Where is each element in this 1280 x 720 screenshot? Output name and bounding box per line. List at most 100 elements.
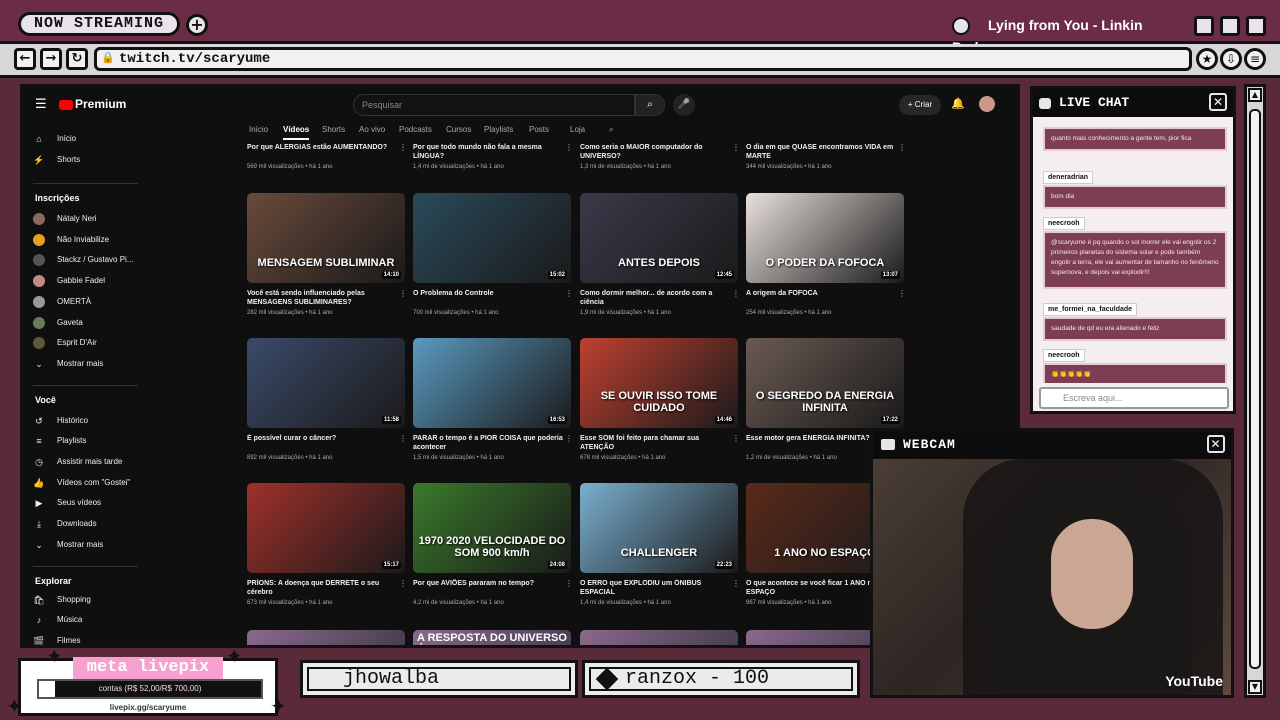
video-title[interactable]: PARAR o tempo é a PIOR COISA que poderia…: [413, 434, 571, 452]
video-card[interactable]: 16:53 PARAR o tempo é a PIOR COISA que po…: [413, 338, 573, 461]
video-thumbnail[interactable]: [247, 630, 405, 645]
video-title[interactable]: Como seria o MAIOR computador do UNIVERS…: [580, 143, 738, 161]
sidebar-item-you[interactable]: ◷ Assistir mais tarde: [33, 456, 122, 468]
sidebar-subscription[interactable]: OMERTÀ: [33, 295, 91, 308]
notifications-bell-icon[interactable]: 🔔: [951, 97, 965, 110]
back-arrow-icon[interactable]: ←: [14, 48, 36, 70]
sidebar-item-you[interactable]: ⤓ Downloads: [33, 518, 97, 530]
tab-4[interactable]: Podcasts: [399, 125, 432, 134]
video-card[interactable]: ANTES DEPOIS 12:45 Como dormir melhor... d…: [580, 193, 740, 316]
more-options-icon[interactable]: ⋮: [732, 579, 740, 588]
more-options-icon[interactable]: ⋮: [898, 289, 906, 298]
video-title[interactable]: Por que AVIÕES pararam no tempo?: [413, 579, 571, 597]
search-input[interactable]: Pesquisar: [353, 94, 635, 116]
video-thumbnail[interactable]: 1970 2020 VELOCIDADE DO SOM 900 km/h 24:0…: [413, 483, 571, 573]
more-options-icon[interactable]: ⋮: [399, 579, 407, 588]
create-button[interactable]: + Criar: [899, 95, 941, 115]
sidebar-subscription[interactable]: Stackz / Gustavo Pi...: [33, 254, 133, 267]
sidebar-item-explore[interactable]: 🛍 Shopping: [33, 594, 91, 606]
tab-3[interactable]: Ao vivo: [359, 125, 385, 134]
video-card[interactable]: 1970 2020 VELOCIDADE DO SOM 900 km/h 24:0…: [413, 483, 573, 606]
avatar[interactable]: [979, 96, 995, 112]
video-title[interactable]: PRÍONS: A doença que DERRETE o seu céreb…: [247, 579, 405, 597]
sidebar-item-you[interactable]: 👍 Vídeos com "Gostei": [33, 477, 130, 489]
tab-2[interactable]: Shorts: [322, 125, 345, 134]
sidebar-subscription[interactable]: Gaveta: [33, 316, 83, 329]
sidebar-subscription[interactable]: Não Inviabilize: [33, 233, 109, 246]
more-options-icon[interactable]: ⋮: [565, 289, 573, 298]
sidebar-item-1[interactable]: ⚡ Shorts: [33, 154, 80, 166]
scrollbar-thumb[interactable]: [1249, 109, 1261, 669]
video-thumbnail[interactable]: ANTES DEPOIS 12:45: [580, 193, 738, 283]
tab-5[interactable]: Cursos: [446, 125, 471, 134]
video-title[interactable]: Você está sendo influenciado pelas MENSA…: [247, 289, 405, 307]
close-icon[interactable]: ✕: [1209, 93, 1227, 111]
video-thumbnail[interactable]: 15:17: [247, 483, 405, 573]
video-thumbnail[interactable]: 16:53: [413, 338, 571, 428]
maximize-button[interactable]: [1220, 16, 1240, 36]
sidebar-item-explore[interactable]: ♪ Música: [33, 614, 83, 626]
url-input[interactable]: 🔒 twitch.tv/scaryume: [94, 47, 1192, 71]
video-thumbnail[interactable]: [580, 630, 738, 645]
microphone-icon[interactable]: 🎤: [673, 94, 695, 116]
close-icon[interactable]: ✕: [1207, 435, 1225, 453]
video-title[interactable]: O ERRO que EXPLODIU um ÔNIBUS ESPACIAL: [580, 579, 738, 597]
video-card[interactable]: 11:58 É possível curar o câncer? 892 mil v…: [247, 338, 407, 461]
more-options-icon[interactable]: ⋮: [732, 289, 740, 298]
tab-6[interactable]: Playlists: [484, 125, 513, 134]
download-icon[interactable]: ⇩: [1220, 48, 1242, 70]
more-options-icon[interactable]: ⋮: [399, 289, 407, 298]
more-options-icon[interactable]: ⋮: [732, 434, 740, 443]
tab-7[interactable]: Posts: [529, 125, 549, 134]
video-thumbnail[interactable]: O PODER DA FOFOCA 13:07: [746, 193, 904, 283]
video-card[interactable]: 15:02 O Problema do Controle 700 mil visua…: [413, 193, 573, 316]
scroll-down-icon[interactable]: ▼: [1248, 680, 1262, 694]
sidebar-subscription[interactable]: Gabbie Fadel: [33, 275, 105, 288]
video-card[interactable]: CHALLENGER 22:23 O ERRO que EXPLODIU um ÔN…: [580, 483, 740, 606]
page-scrollbar[interactable]: ▲ ▼: [1244, 84, 1266, 698]
sidebar-item-you[interactable]: ≡ Playlists: [33, 435, 86, 447]
more-options-icon[interactable]: ⋮: [565, 143, 573, 152]
subscriptions-header[interactable]: Inscrições: [35, 193, 80, 203]
video-title[interactable]: O Problema do Controle: [413, 289, 571, 307]
more-options-icon[interactable]: ⋮: [565, 434, 573, 443]
video-card[interactable]: Por que ALERGIAS estão AUMENTANDO? 569 mi…: [247, 143, 407, 170]
tab-0[interactable]: Início: [249, 125, 268, 134]
video-title[interactable]: Esse SOM foi feito para chamar sua ATENÇ…: [580, 434, 738, 452]
video-card[interactable]: Por que todo mundo não fala a mesma LÍNG…: [413, 143, 573, 170]
reload-icon[interactable]: ↻: [66, 48, 88, 70]
video-title[interactable]: O dia em que QUASE encontramos VIDA em M…: [746, 143, 904, 161]
video-thumbnail[interactable]: O SEGREDO DA ENERGIA INFINITA 17:22: [746, 338, 904, 428]
video-title[interactable]: A origem da FOFOCA: [746, 289, 904, 307]
hamburger-menu-icon[interactable]: ☰: [35, 97, 47, 112]
sidebar-subscription[interactable]: Nátaly Neri: [33, 213, 97, 225]
sidebar-subscription[interactable]: ⌄ Mostrar mais: [33, 358, 103, 370]
video-card[interactable]: MENSAGEM SUBLIMINAR 14:10 Você está sendo …: [247, 193, 407, 316]
video-title[interactable]: Por que todo mundo não fala a mesma LÍNG…: [413, 143, 571, 161]
sidebar-item-you[interactable]: ▶ Seus vídeos: [33, 497, 102, 509]
more-options-icon[interactable]: ⋮: [732, 143, 740, 152]
video-title[interactable]: Por que ALERGIAS estão AUMENTANDO?: [247, 143, 405, 161]
minimize-button[interactable]: [1194, 16, 1214, 36]
chat-username[interactable]: deneradrian: [1043, 171, 1094, 184]
chat-input[interactable]: Escreva aqui...: [1039, 387, 1229, 409]
sidebar-subscription[interactable]: Esprit D'Air: [33, 337, 97, 350]
you-header[interactable]: Você: [35, 395, 56, 405]
add-icon[interactable]: +: [186, 14, 208, 36]
close-button[interactable]: [1246, 16, 1266, 36]
search-icon[interactable]: ⌕: [609, 125, 613, 135]
video-card[interactable]: O dia em que QUASE encontramos VIDA em M…: [746, 143, 906, 170]
more-options-icon[interactable]: ⋮: [399, 434, 407, 443]
video-card[interactable]: SE OUVIR ISSO TOME CUIDADO 14:46 Esse SOM …: [580, 338, 740, 461]
chat-username[interactable]: neecrooh: [1043, 217, 1085, 230]
video-card[interactable]: 15:17 PRÍONS: A doença que DERRETE o seu …: [247, 483, 407, 606]
youtube-logo[interactable]: Premium: [59, 97, 126, 111]
star-icon[interactable]: ★: [1196, 48, 1218, 70]
tab-1[interactable]: Vídeos: [283, 125, 310, 140]
video-title[interactable]: Como dormir melhor... de acordo com a ci…: [580, 289, 738, 307]
menu-icon[interactable]: ≡: [1244, 48, 1266, 70]
search-icon[interactable]: ⌕: [635, 94, 665, 116]
video-thumbnail[interactable]: A RESPOSTA DO UNIVERSO É: [413, 630, 571, 645]
tab-8[interactable]: Loja: [570, 125, 585, 134]
video-title[interactable]: É possível curar o câncer?: [247, 434, 405, 452]
